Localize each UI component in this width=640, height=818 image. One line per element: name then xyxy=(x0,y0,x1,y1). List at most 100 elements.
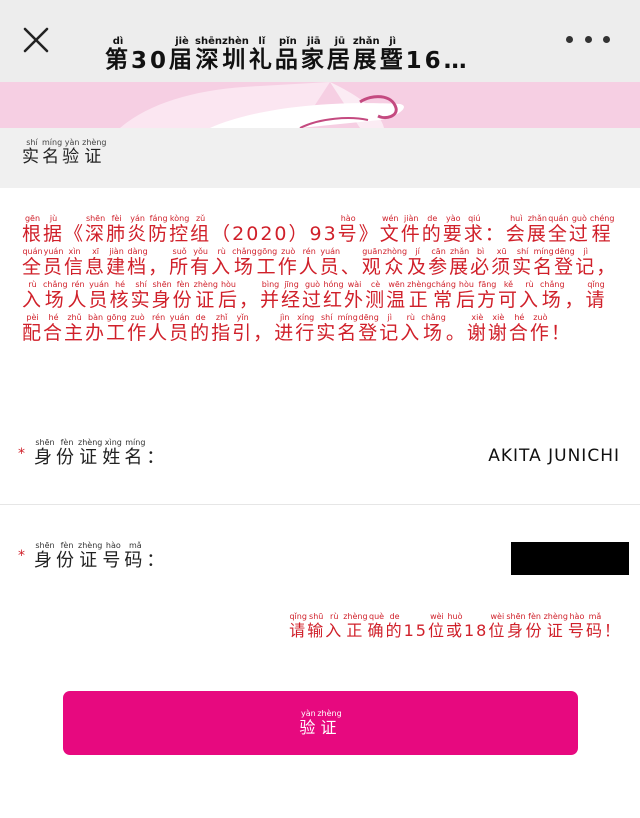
id-number-input[interactable] xyxy=(511,542,629,575)
text-char: 合hé xyxy=(43,313,65,344)
text-char: 求qiú xyxy=(463,214,485,245)
text-char: 防fáng xyxy=(148,214,170,245)
text-char: 实shí xyxy=(130,280,152,311)
text-char: 号hào xyxy=(337,214,359,245)
text-char: 《 xyxy=(64,223,86,245)
more-dots-icon xyxy=(603,35,610,43)
text-char: 场chǎng xyxy=(540,280,565,311)
text-char: 份fèn xyxy=(525,612,544,640)
text-char: 名míng xyxy=(42,138,63,167)
verify-button[interactable]: 验yàn 证zhèng xyxy=(63,691,578,755)
text-char: 展zhǎn xyxy=(526,214,548,245)
name-row: * 身shēn份fèn证zhèng姓xìng名míng： AKITA JUNIC… xyxy=(0,432,640,505)
name-value[interactable]: AKITA JUNICHI xyxy=(488,446,620,466)
more-button[interactable] xyxy=(566,30,610,48)
text-char: 肺fèi xyxy=(106,214,128,245)
text-char: 指zhǐ xyxy=(211,313,233,344)
text-char: 员yuán xyxy=(88,280,110,311)
text-char: 工gōng xyxy=(106,313,128,344)
text-char: 码mǎ xyxy=(585,612,604,640)
text-char: 所suǒ xyxy=(169,247,191,278)
text-char: 正zhèng xyxy=(407,280,432,311)
text-char: 全quán xyxy=(547,214,569,245)
text-char: ： xyxy=(146,447,169,468)
close-button[interactable] xyxy=(18,22,54,58)
text-char: 名míng xyxy=(337,313,359,344)
text-char: 记jì xyxy=(379,313,401,344)
text-char: 深shēn xyxy=(85,214,107,245)
page-title: 第dì 30 届jiè 深shēn 圳zhèn 礼lǐ 品pǐn 家jiā 居jū 展zhǎn 暨… xyxy=(105,14,525,74)
text-char: ！ xyxy=(550,322,572,344)
text-char: 谢xiè xyxy=(466,313,488,344)
text-char: 观guān xyxy=(361,247,383,278)
text-char: 证zhèng xyxy=(193,280,218,311)
text-char: 程chéng xyxy=(589,214,615,245)
text-char: 场chǎng xyxy=(43,280,68,311)
text-char: 有yǒu xyxy=(190,247,212,278)
text-char: 的de xyxy=(385,612,404,640)
text-char: 合hé xyxy=(508,313,530,344)
name-label: 身shēn份fèn证zhèng姓xìng名míng： xyxy=(34,438,168,469)
text-char: 15 xyxy=(403,621,428,640)
more-dots-icon xyxy=(584,35,592,43)
text-char: 组zǔ xyxy=(190,214,212,245)
text-char: 人rén xyxy=(298,247,320,278)
text-char: ， xyxy=(564,289,586,311)
text-char: 全quán xyxy=(22,247,44,278)
text-char: 验yàn xyxy=(62,138,83,167)
text-char: 温wēn xyxy=(386,280,408,311)
text-char: 根gēn xyxy=(22,214,44,245)
text-char: （2020）93 xyxy=(211,223,338,245)
text-char: 入rù xyxy=(518,280,540,311)
text-char: 方fāng xyxy=(476,280,498,311)
text-char: 红hóng xyxy=(323,280,345,311)
text-char: 18 xyxy=(463,621,489,640)
text-char: 第dì xyxy=(105,36,131,73)
text-char: 居jū xyxy=(326,36,353,73)
text-char: 名míng xyxy=(533,247,555,278)
text-char: 圳zhèn xyxy=(222,36,249,73)
text-char: 证zhèng xyxy=(317,708,342,737)
top-bar: 第dì 30 届jiè 深shēn 圳zhèn 礼lǐ 品pǐn 家jiā 居jū 展zhǎn 暨… xyxy=(0,0,640,82)
text-char: 届jiè xyxy=(169,36,196,73)
text-char: 份fèn xyxy=(172,280,194,311)
text-char: 控kòng xyxy=(169,214,191,245)
text-char: 入rù xyxy=(325,612,344,640)
text-char: 外wài xyxy=(344,280,366,311)
text-char: 档dàng xyxy=(127,247,149,278)
text-char: 工gōng xyxy=(256,247,278,278)
text-char: 信xìn xyxy=(64,247,86,278)
text-char: 场chǎng xyxy=(232,247,257,278)
text-char: 确què xyxy=(367,612,386,640)
text-char: 名míng xyxy=(124,438,147,468)
text-char: 入rù xyxy=(22,280,44,311)
text-char: ， xyxy=(148,256,170,278)
text-char: 主zhǔ xyxy=(64,313,86,344)
text-char: 登dēng xyxy=(554,247,576,278)
text-char: 登dēng xyxy=(358,313,380,344)
text-char: 号hào xyxy=(567,612,586,640)
text-char: 份fèn xyxy=(56,541,78,571)
close-icon xyxy=(23,27,49,53)
text-char: 证zhèng xyxy=(78,541,103,571)
text-char: 据jù xyxy=(43,214,65,245)
text-char: 深shēn xyxy=(195,36,222,73)
text-char: 件jiàn xyxy=(400,214,422,245)
text-char: 身shēn xyxy=(34,541,56,571)
event-banner-image xyxy=(0,82,640,128)
text-char: ： xyxy=(484,223,506,245)
text-char: 可kě xyxy=(497,280,519,311)
id-number-label: 身shēn份fèn证zhèng号hào码mǎ： xyxy=(34,541,168,572)
text-char: 参cān xyxy=(428,247,450,278)
text-char: 入rù xyxy=(400,313,422,344)
text-char: 请qǐng xyxy=(289,612,308,640)
text-char: 正zhèng xyxy=(343,612,368,640)
text-char: 暨jì xyxy=(379,36,406,73)
text-char: 请qǐng xyxy=(585,280,607,311)
text-char: 须xū xyxy=(491,247,513,278)
text-char: 30 xyxy=(131,48,170,74)
text-char: 并bìng xyxy=(259,280,281,311)
text-char: 员yuán xyxy=(43,247,65,278)
text-char: 息xī xyxy=(85,247,107,278)
text-char: ， xyxy=(253,322,275,344)
